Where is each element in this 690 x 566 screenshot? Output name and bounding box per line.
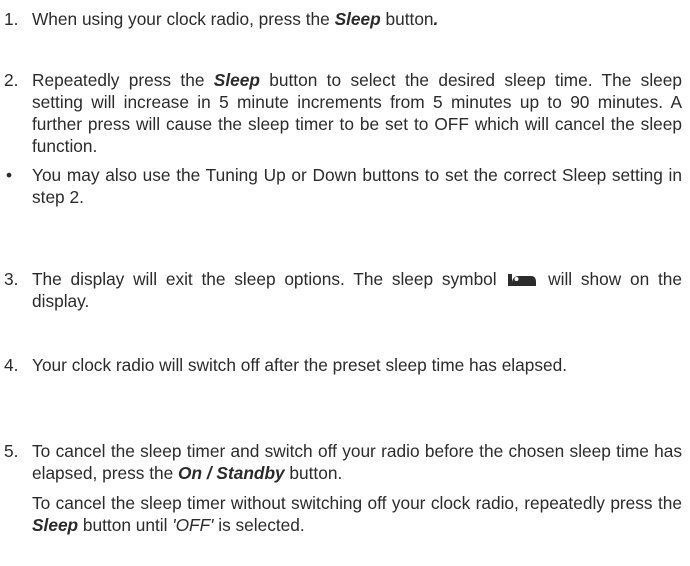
step-text: When using your clock radio, press the S…	[32, 9, 439, 29]
instruction-document: 1. When using your clock radio, press th…	[0, 0, 690, 566]
step-number: 4.	[4, 355, 19, 375]
sleep-button-label: Sleep	[32, 515, 79, 535]
sleep-button-label: Sleep	[213, 70, 260, 90]
step-number: 3.	[4, 269, 19, 289]
step-text: To cancel the sleep timer and switch off…	[32, 440, 682, 536]
step-number: 5.	[4, 441, 19, 461]
step-text: The display will exit the sleep options.…	[32, 269, 682, 311]
sleep-button-label: Sleep	[334, 9, 381, 29]
step-number: 2.	[4, 70, 19, 90]
off-value: 'OFF'	[172, 515, 214, 535]
step-paragraph: To cancel the sleep timer and switch off…	[32, 441, 682, 483]
sleep-symbol-icon	[508, 274, 537, 286]
step-text: Repeatedly press the Sleep button to sel…	[32, 70, 682, 156]
step-number: 1.	[4, 9, 19, 29]
step-text: Your clock radio will switch off after t…	[32, 355, 568, 375]
step-paragraph: To cancel the sleep timer without switch…	[32, 493, 682, 535]
note-text: You may also use the Tuning Up or Down b…	[32, 165, 682, 207]
on-standby-button-label: On / Standby	[178, 463, 285, 483]
bullet-marker: •	[6, 165, 13, 185]
